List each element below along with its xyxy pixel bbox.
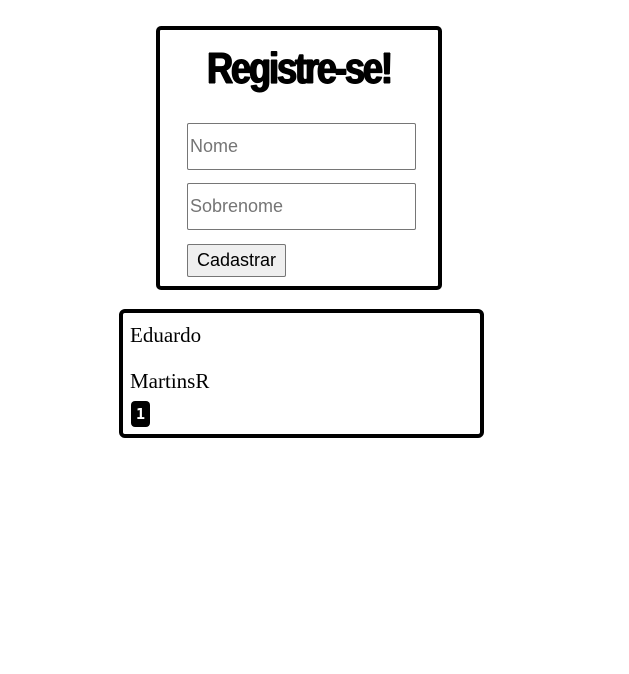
result-card: Eduardo MartinsR 1 xyxy=(119,309,484,438)
page-title: Registre-se! xyxy=(207,44,394,94)
first-name-input[interactable] xyxy=(187,123,416,170)
result-first-name: Eduardo xyxy=(130,323,202,347)
last-name-input[interactable] xyxy=(187,183,416,230)
count-badge: 1 xyxy=(131,401,150,427)
submit-button[interactable]: Cadastrar xyxy=(187,244,286,277)
result-last-name: MartinsR xyxy=(130,369,210,393)
register-card: Registre-se! Cadastrar xyxy=(156,26,442,290)
